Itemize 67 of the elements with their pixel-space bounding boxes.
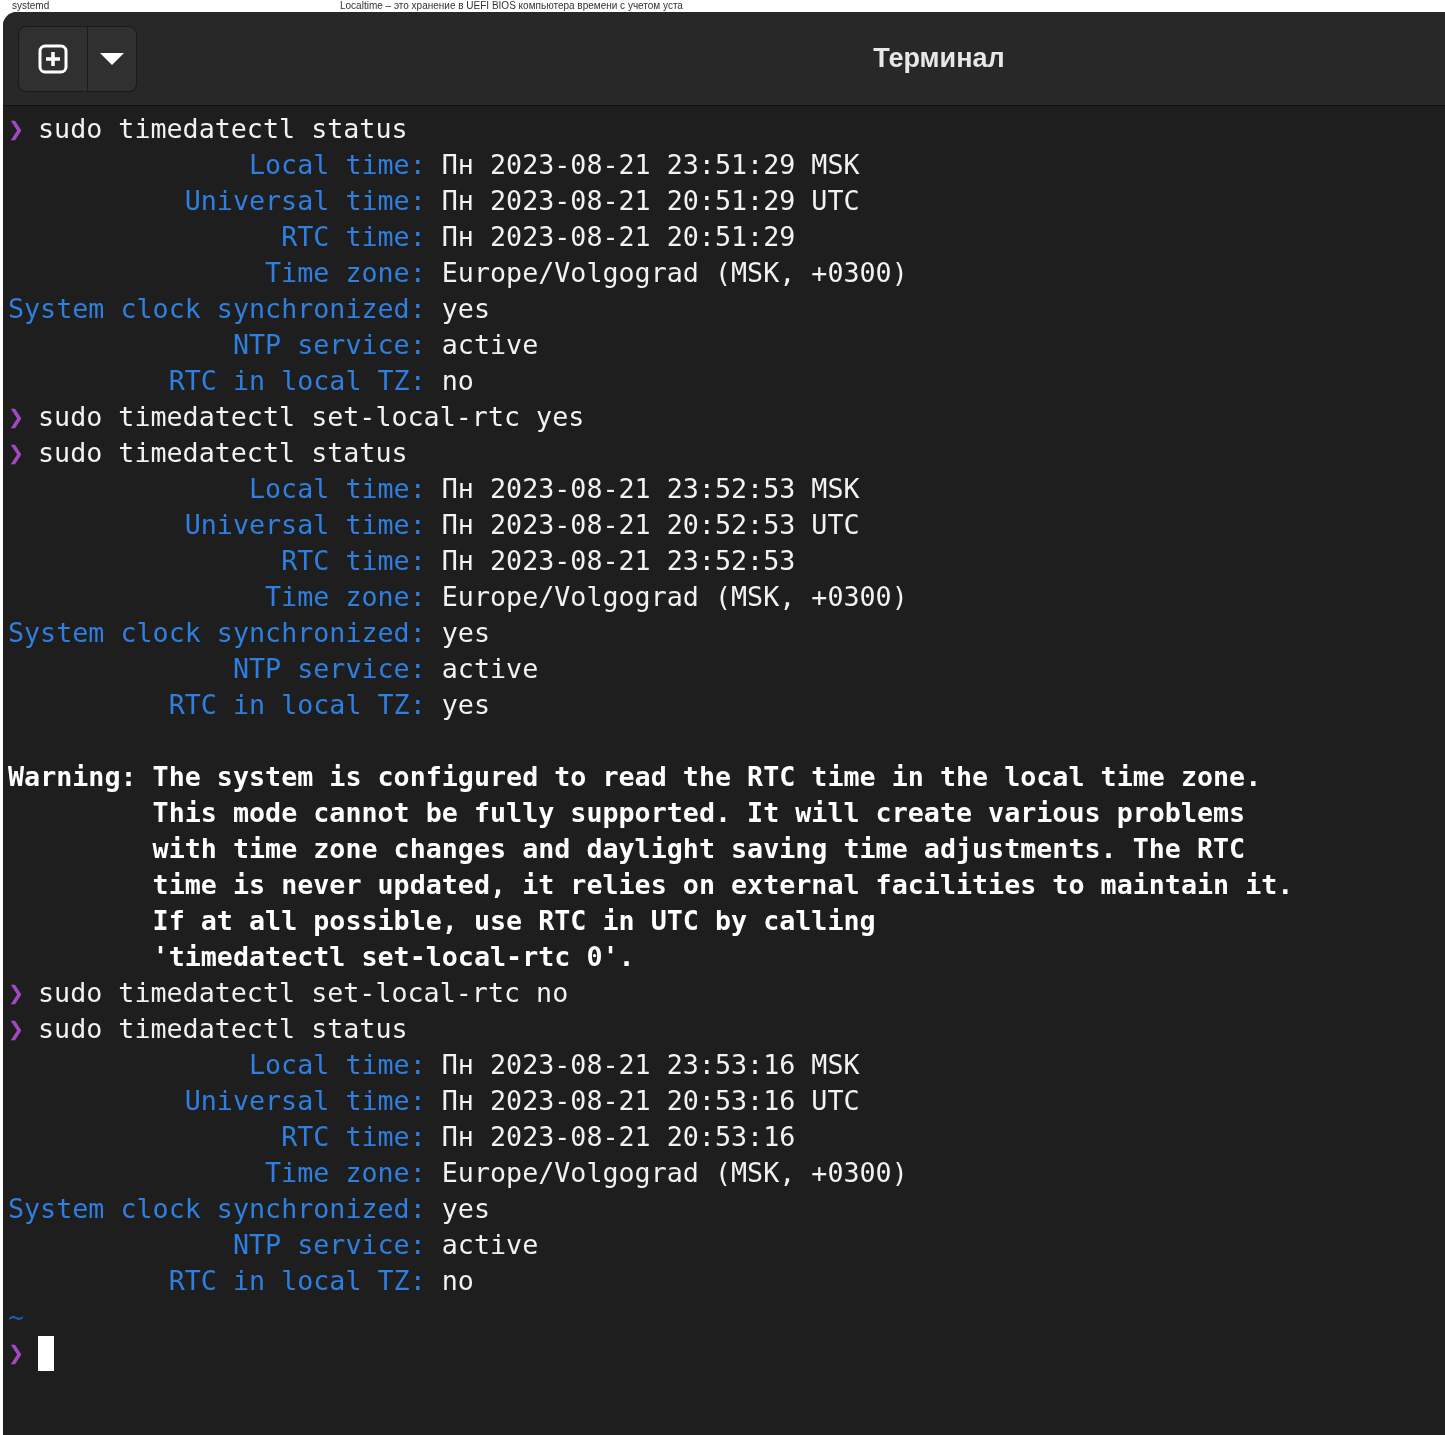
command-text: sudo timedatectl set-local-rtc yes [38, 400, 585, 434]
warning-label: Warning: [8, 760, 137, 794]
command-text: sudo timedatectl status [38, 1012, 408, 1046]
field-value: Europe/Volgograd (MSK, +0300) [441, 256, 908, 290]
field-label: RTC in local TZ: [168, 1264, 426, 1298]
directory-text: ~ [8, 1300, 25, 1334]
field-value: Пн 2023-08-21 20:53:16 [441, 1120, 796, 1154]
field-label: Local time: [249, 148, 426, 182]
field-value: Пн 2023-08-21 20:52:53 UTC [441, 508, 860, 542]
field-value: Пн 2023-08-21 20:51:29 [441, 220, 796, 254]
field-value: Europe/Volgograd (MSK, +0300) [441, 1156, 908, 1190]
field-value: Пн 2023-08-21 23:52:53 [441, 544, 796, 578]
field-label: Universal time: [184, 508, 426, 542]
field-label: Universal time: [184, 184, 426, 218]
prompt-symbol: ❯ [7, 112, 26, 146]
warning-text: If at all possible, use RTC in UTC by calling [152, 904, 876, 938]
prompt-symbol: ❯ [7, 1336, 26, 1370]
field-label: Time zone: [265, 580, 426, 614]
field-label: Universal time: [184, 1084, 426, 1118]
field-value: active [441, 328, 539, 362]
warning-text: The system is configured to read the RTC time in the local time zone. [152, 760, 1262, 794]
warning-text: 'timedatectl set-local-rtc 0'. [152, 940, 635, 974]
field-value: Пн 2023-08-21 20:53:16 UTC [441, 1084, 860, 1118]
warning-text: with time zone changes and daylight saving time adjustments. The RTC [152, 832, 1246, 866]
prompt-symbol: ❯ [7, 976, 26, 1010]
command-text: sudo timedatectl status [38, 436, 408, 470]
field-value: Пн 2023-08-21 20:51:29 UTC [441, 184, 860, 218]
warning-text: This mode cannot be fully supported. It will create various problems [152, 796, 1246, 830]
field-label: RTC time: [281, 544, 426, 578]
command-text: sudo timedatectl set-local-rtc no [38, 976, 569, 1010]
prompt-symbol: ❯ [7, 400, 26, 434]
field-value: Europe/Volgograd (MSK, +0300) [441, 580, 908, 614]
plus-square-icon [37, 42, 69, 75]
field-label: RTC in local TZ: [168, 364, 426, 398]
field-label: NTP service: [232, 328, 426, 362]
command-text: sudo timedatectl status [38, 112, 408, 146]
field-value: no [441, 364, 474, 398]
caret-icon [100, 52, 124, 65]
field-value: yes [441, 292, 490, 326]
prompt-symbol: ❯ [7, 436, 26, 470]
field-label: Time zone: [265, 1156, 426, 1190]
background-text: systemd [12, 0, 50, 12]
field-value: Пн 2023-08-21 23:51:29 MSK [441, 148, 860, 182]
field-label: RTC time: [281, 1120, 426, 1154]
field-label: NTP service: [232, 1228, 426, 1262]
field-value: Пн 2023-08-21 23:52:53 MSK [441, 472, 860, 506]
field-value: no [441, 1264, 474, 1298]
prompt-symbol: ❯ [7, 1012, 26, 1046]
field-value: active [441, 1228, 539, 1262]
field-label: RTC time: [281, 220, 426, 254]
field-value: yes [441, 616, 490, 650]
field-value: yes [441, 688, 490, 722]
field-label: NTP service: [232, 652, 426, 686]
window-title: Терминал [873, 42, 1005, 76]
field-label: Local time: [249, 1048, 426, 1082]
field-value: Пн 2023-08-21 23:53:16 MSK [441, 1048, 860, 1082]
field-label: System clock synchronized: [8, 1192, 426, 1226]
field-label: System clock synchronized: [8, 616, 426, 650]
warning-text: time is never updated, it relies on external facilities to maintain it. [152, 868, 1294, 902]
field-label: Time zone: [265, 256, 426, 290]
field-label: Local time: [249, 472, 426, 506]
field-label: RTC in local TZ: [168, 688, 426, 722]
field-value: yes [441, 1192, 490, 1226]
text-cursor [38, 1335, 54, 1371]
background-text: Localtime – это хранение в UEFI BIOS компьютера времени с учетом уста [340, 0, 683, 12]
field-value: active [441, 652, 539, 686]
field-label: System clock synchronized: [8, 292, 426, 326]
